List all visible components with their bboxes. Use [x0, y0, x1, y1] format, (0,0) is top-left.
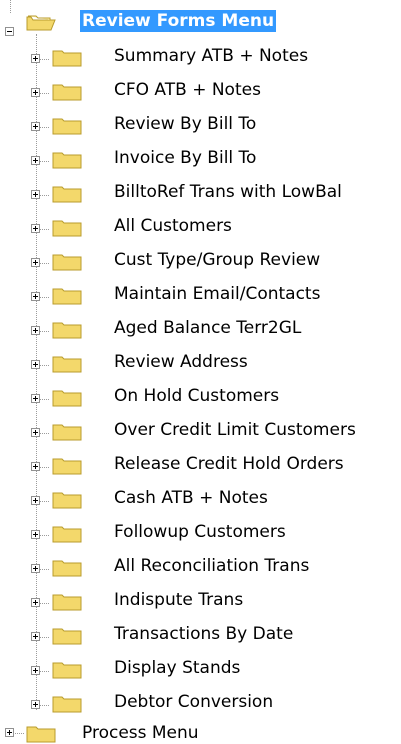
- folder-icon: [52, 696, 82, 713]
- expand-toggle[interactable]: [31, 292, 40, 301]
- folder-icon: [52, 84, 82, 101]
- folder-icon: [52, 220, 82, 237]
- expand-toggle[interactable]: [31, 258, 40, 267]
- tree-item[interactable]: Cash ATB + Notes: [112, 487, 270, 509]
- expand-toggle[interactable]: [31, 360, 40, 369]
- tree-item[interactable]: Followup Customers: [112, 521, 288, 543]
- folder-icon: [52, 50, 82, 67]
- folder-icon: [52, 526, 82, 543]
- expand-toggle[interactable]: [31, 122, 40, 131]
- tree-root-line: [10, 0, 11, 13]
- tree-item[interactable]: Maintain Email/Contacts: [112, 283, 322, 305]
- tree-item[interactable]: All Reconciliation Trans: [112, 555, 311, 577]
- tree-item[interactable]: Over Credit Limit Customers: [112, 419, 358, 441]
- tree-item[interactable]: Debtor Conversion: [112, 691, 275, 713]
- tree-item[interactable]: Invoice By Bill To: [112, 147, 258, 169]
- tree-item[interactable]: Display Stands: [112, 657, 242, 679]
- folder-icon: [52, 186, 82, 203]
- expand-toggle[interactable]: [31, 666, 40, 675]
- tree-item[interactable]: Indispute Trans: [112, 589, 245, 611]
- folder-icon: [52, 288, 82, 305]
- tree-item[interactable]: CFO ATB + Notes: [112, 79, 263, 101]
- tree-item[interactable]: Cust Type/Group Review: [112, 249, 322, 271]
- expand-toggle[interactable]: [31, 224, 40, 233]
- folder-icon: [52, 424, 82, 441]
- folder-icon: [52, 560, 82, 577]
- expand-toggle[interactable]: [31, 496, 40, 505]
- expand-toggle[interactable]: [31, 598, 40, 607]
- expand-toggle[interactable]: [31, 54, 40, 63]
- folder-icon: [52, 152, 82, 169]
- folder-icon: [52, 458, 82, 475]
- tree-item-review-forms-menu[interactable]: Review Forms Menu: [80, 10, 277, 32]
- expand-toggle[interactable]: [31, 564, 40, 573]
- folder-icon: [52, 492, 82, 509]
- open-folder-icon: [26, 15, 56, 31]
- tree-item[interactable]: Aged Balance Terr2GL: [112, 317, 303, 339]
- tree-item[interactable]: Review By Bill To: [112, 113, 258, 135]
- folder-icon: [52, 356, 82, 373]
- expand-toggle[interactable]: [31, 156, 40, 165]
- expand-toggle[interactable]: [31, 700, 40, 709]
- folder-icon: [26, 726, 56, 743]
- tree-item[interactable]: Release Credit Hold Orders: [112, 453, 346, 475]
- expand-toggle[interactable]: [31, 88, 40, 97]
- tree-item[interactable]: All Customers: [112, 215, 234, 237]
- tree-trunk-line: [36, 34, 37, 710]
- folder-icon: [52, 594, 82, 611]
- folder-icon: [52, 390, 82, 407]
- expand-toggle[interactable]: [31, 632, 40, 641]
- folder-icon: [52, 662, 82, 679]
- tree-item[interactable]: Review Address: [112, 351, 250, 373]
- root-collapse-toggle[interactable]: [5, 27, 14, 36]
- expand-toggle[interactable]: [31, 428, 40, 437]
- folder-icon: [52, 322, 82, 339]
- folder-icon: [52, 628, 82, 645]
- process-menu-expand-toggle[interactable]: [5, 728, 14, 737]
- tree-item[interactable]: Summary ATB + Notes: [112, 45, 310, 67]
- forms-tree-view[interactable]: Review Forms Menu Summary ATB + Notes CFO…: [0, 0, 401, 743]
- tree-item[interactable]: BilltoRef Trans with LowBal: [112, 181, 344, 203]
- expand-toggle[interactable]: [31, 530, 40, 539]
- expand-toggle[interactable]: [31, 326, 40, 335]
- folder-icon: [52, 118, 82, 135]
- tree-item[interactable]: On Hold Customers: [112, 385, 281, 407]
- expand-toggle[interactable]: [31, 462, 40, 471]
- expand-toggle[interactable]: [31, 190, 40, 199]
- expand-toggle[interactable]: [31, 394, 40, 403]
- tree-item-process-menu[interactable]: Process Menu: [80, 722, 201, 744]
- tree-item[interactable]: Transactions By Date: [112, 623, 295, 645]
- folder-icon: [52, 254, 82, 271]
